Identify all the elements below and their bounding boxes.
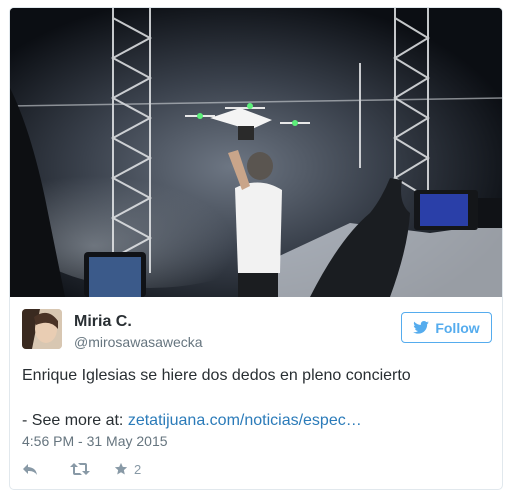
favorite-button[interactable]: 2 [114, 462, 141, 477]
see-more-prefix: - See more at: [22, 412, 128, 429]
tweet-timestamp[interactable]: 4:56 PM - 31 May 2015 [22, 433, 168, 449]
retweet-button[interactable] [70, 462, 114, 476]
see-more-line: - See more at: zetatijuana.com/noticias/… [22, 411, 492, 431]
tweet-actions: 2 [22, 459, 141, 479]
tweet-card: Miria C. @mirosawasawecka Follow Enrique… [9, 7, 503, 490]
twitter-bird-icon [413, 321, 430, 334]
author-name[interactable]: Miria C. [74, 313, 132, 331]
reply-button[interactable] [22, 462, 70, 476]
tweet-photo[interactable] [10, 8, 502, 297]
tweet-header: Miria C. @mirosawasawecka Follow [22, 309, 492, 355]
see-more-link[interactable]: zetatijuana.com/noticias/espec… [128, 412, 362, 429]
follow-button[interactable]: Follow [401, 312, 492, 343]
follow-label: Follow [435, 319, 480, 336]
favorite-count: 2 [134, 461, 142, 477]
retweet-icon [70, 462, 90, 476]
author-handle[interactable]: @mirosawasawecka [74, 334, 203, 350]
star-icon [114, 462, 128, 476]
avatar[interactable] [22, 309, 62, 349]
tweet-text: Enrique Iglesias se hiere dos dedos en p… [22, 367, 411, 384]
reply-icon [22, 462, 38, 476]
